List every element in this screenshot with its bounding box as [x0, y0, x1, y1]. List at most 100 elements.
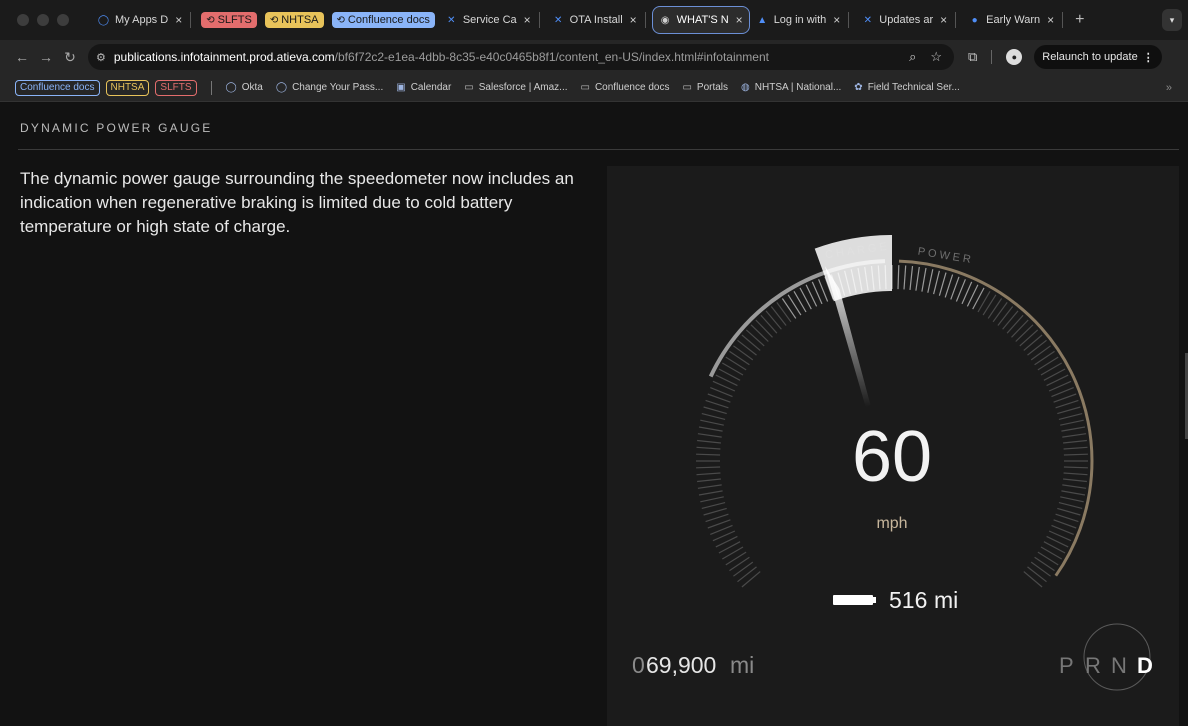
bookmark-item[interactable]: ▭ Salesforce | Amaz... [464, 82, 567, 93]
zoom-window-button[interactable] [57, 14, 69, 26]
gauge-tick [698, 426, 723, 432]
odometer-value: 69,900 [646, 652, 716, 678]
bookmark-star-icon[interactable]: ☆ [930, 49, 942, 65]
reload-button[interactable]: ↻ [58, 49, 82, 66]
tab-close-icon[interactable]: × [833, 13, 840, 27]
gauge-tick [1063, 478, 1087, 483]
gauge-tick [1030, 561, 1051, 577]
tab-close-icon[interactable]: × [524, 13, 531, 27]
tab-6[interactable]: ◉ WHAT'S N × [651, 6, 750, 34]
forward-button[interactable]: → [34, 49, 58, 65]
site-info-icon[interactable]: ⚙ [96, 51, 106, 64]
range-value: 516 [889, 587, 927, 613]
tab-3[interactable]: ⟲ Confluence docs [328, 6, 439, 34]
back-button[interactable]: ← [10, 49, 34, 65]
range-unit: mi [934, 587, 958, 613]
tab-label: My Apps D [115, 14, 169, 26]
bookmark-item[interactable]: ▭ Confluence docs [581, 82, 670, 93]
group-icon: ⟲ [206, 14, 215, 26]
bookmark-group-chip[interactable]: Confluence docs [15, 79, 100, 96]
bookmark-items: ◯ Okta ◯ Change Your Pass... ▣ Calendar ▭ Sales… [226, 82, 973, 93]
gauge-tick [1063, 446, 1088, 450]
tab-0[interactable]: ◯ My Apps D × [91, 6, 197, 34]
toolbar: ← → ↻ ⚙ publications.infotainment.prod.a… [0, 40, 1188, 74]
bookmark-label: Change Your Pass... [292, 82, 384, 93]
gauge-tick [737, 566, 757, 583]
bookmark-item[interactable]: ✿ Field Technical Ser... [854, 82, 959, 93]
relaunch-button[interactable]: Relaunch to update ⋮ [1034, 45, 1162, 69]
gauge-tick [733, 345, 754, 361]
minimize-window-button[interactable] [37, 14, 49, 26]
tab-7[interactable]: ▲ Log in with × [750, 6, 856, 34]
more-menu-icon[interactable]: ⋮ [1143, 51, 1154, 64]
gear-d: D [1137, 653, 1153, 678]
gauge-tick [1063, 466, 1088, 469]
section-divider [18, 149, 1179, 150]
bookmarks-divider [210, 80, 212, 95]
okta-ring-icon: ◯ [97, 14, 110, 26]
gauge-tick [982, 294, 997, 316]
bookmark-group-chip[interactable]: SLFTS [155, 79, 197, 96]
zoom-icon[interactable]: ⌕ [909, 49, 916, 65]
tab-close-icon[interactable]: × [940, 13, 947, 27]
tab-2[interactable]: ⟲ NHTSA [261, 6, 328, 34]
gauge-tick [787, 294, 802, 316]
gauge-tick [701, 413, 726, 420]
odometer-unit: mi [730, 652, 754, 678]
gauge-tick [1015, 324, 1034, 342]
tab-1[interactable]: ⟲ SLFTS [197, 6, 261, 34]
bookmark-item[interactable]: ◯ Okta [226, 82, 263, 93]
gauge-tick [1058, 413, 1083, 420]
bookmark-item[interactable]: ◍ NHTSA | National... [741, 82, 841, 93]
window-controls [17, 14, 69, 26]
tab-4[interactable]: ✕ Service Ca × [439, 6, 546, 34]
gauge-tick [1053, 393, 1077, 403]
gauge-tick [921, 267, 927, 292]
gauge-tick [745, 329, 765, 347]
gauge-tick [1063, 453, 1088, 456]
address-bar[interactable]: ⚙ publications.infotainment.prod.atieva.… [88, 44, 954, 70]
tab-search-button[interactable]: ▾ [1162, 9, 1182, 31]
gauge-tick [1058, 502, 1083, 509]
tab-close-icon[interactable]: × [736, 13, 743, 27]
gear-p: P [1059, 653, 1074, 678]
tab-label: NHTSA [281, 13, 319, 26]
relaunch-label: Relaunch to update [1042, 51, 1138, 63]
gauge-tick [927, 269, 934, 293]
tab-8[interactable]: ✕ Updates ar × [855, 6, 962, 34]
tab-9[interactable]: ● Early Warn × [962, 6, 1069, 34]
tab-label: SLFTS [217, 13, 252, 26]
tab-close-icon[interactable]: × [1047, 13, 1054, 27]
tab-5[interactable]: ✕ OTA Install × [546, 6, 652, 34]
bookmarks-overflow-button[interactable]: » [1166, 82, 1172, 94]
bookmark-item[interactable]: ◯ Change Your Pass... [276, 82, 383, 93]
gauge-tick [770, 306, 787, 326]
speed-readout: 60 [852, 417, 932, 497]
gauge-tick [944, 274, 954, 298]
bookmark-item[interactable]: ▣ Calendar [396, 82, 451, 93]
confluence-icon: ✕ [447, 14, 456, 26]
tab-separator [955, 12, 957, 28]
bookmark-item[interactable]: ▭ Portals [682, 82, 728, 93]
gauge-tick [1062, 433, 1087, 438]
speed-unit: mph [876, 515, 907, 532]
gauge-tick [741, 334, 761, 351]
bookmark-group-chip[interactable]: NHTSA [105, 79, 150, 96]
gauge-tick [697, 439, 721, 444]
tab-close-icon[interactable]: × [630, 13, 637, 27]
gauge-tick [1060, 419, 1084, 426]
gauge-tick [1027, 339, 1047, 356]
new-tab-button[interactable]: + [1075, 11, 1084, 29]
gauge-tick [729, 350, 750, 366]
extensions-icon[interactable]: ⧉ [968, 49, 977, 65]
tab-group-chip: ⟲ NHTSA [264, 11, 324, 29]
close-window-button[interactable] [17, 14, 29, 26]
profile-avatar-icon[interactable]: ● [1006, 49, 1023, 65]
network-icon: ✿ [854, 82, 863, 93]
gauge-tick [903, 265, 907, 290]
folder-icon: ▭ [580, 82, 590, 93]
gauge-tick [696, 453, 721, 456]
gauge-tick [977, 290, 991, 313]
tab-close-icon[interactable]: × [175, 13, 182, 27]
gauge-tick [933, 270, 940, 295]
